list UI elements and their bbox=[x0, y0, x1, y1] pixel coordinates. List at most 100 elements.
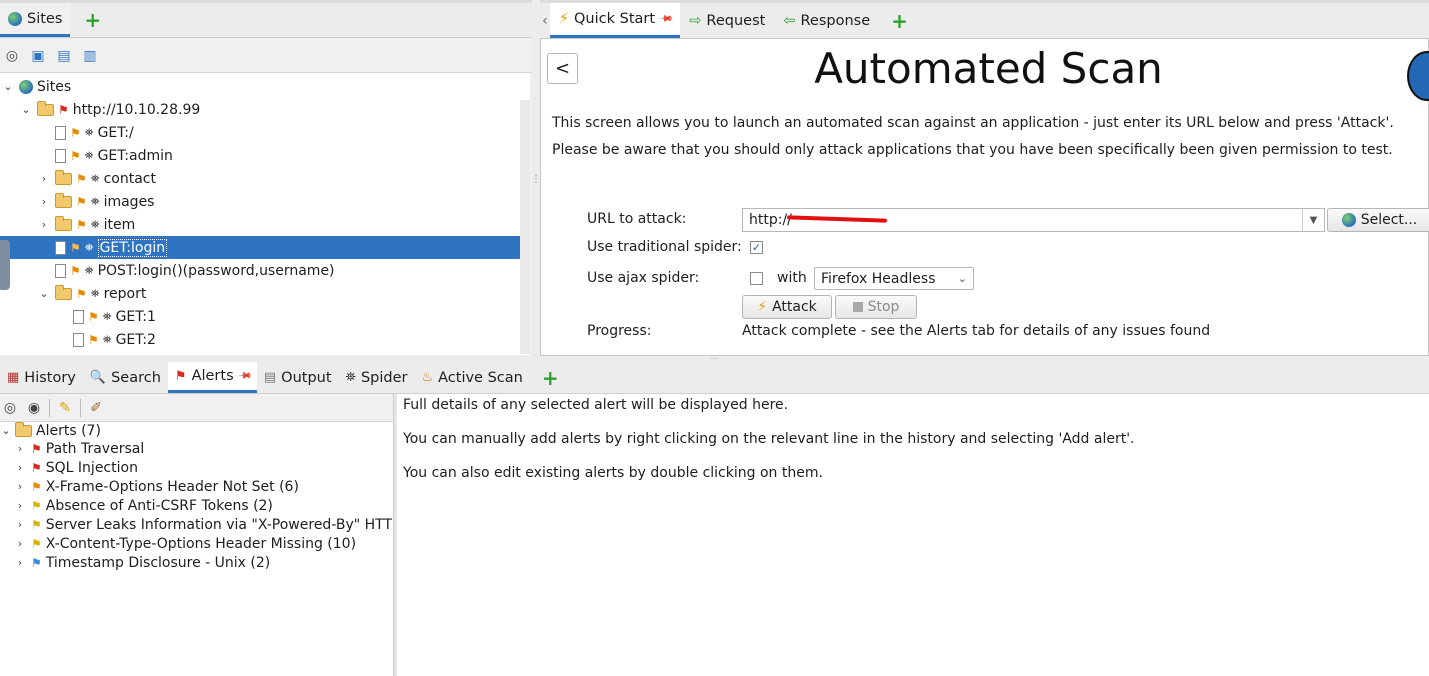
folder-icon bbox=[55, 284, 72, 300]
broom-icon[interactable]: ✐ bbox=[87, 399, 105, 417]
select-button[interactable]: Select... bbox=[1327, 208, 1429, 232]
add-tab-button[interactable]: + bbox=[530, 362, 571, 393]
sites-toolbar: ◎ ▣ ▤ ▥ bbox=[0, 39, 532, 73]
alert-item[interactable]: › ⚑ Path Traversal bbox=[13, 439, 144, 458]
flag-icon: ⚑ bbox=[76, 286, 87, 301]
flag-icon: ⚑ bbox=[31, 498, 42, 513]
tab-sites[interactable]: Sites bbox=[0, 3, 71, 37]
tree-node[interactable]: › ⚑ ⛯ images bbox=[37, 190, 154, 213]
side-handle[interactable] bbox=[0, 240, 10, 290]
alerts-tree[interactable]: ⌄ Alerts (7) › ⚑ Path Traversal › ⚑ SQL Injecti… bbox=[0, 422, 393, 676]
alert-item-label: Timestamp Disclosure - Unix (2) bbox=[45, 554, 271, 571]
alert-item[interactable]: › ⚑ X-Frame-Options Header Not Set (6) bbox=[13, 477, 299, 496]
target-icon[interactable]: ◎ bbox=[3, 47, 21, 65]
tree-node[interactable]: ⚑ ⛯ GET:admin bbox=[37, 144, 173, 167]
tab-request[interactable]: ⇨ Request bbox=[680, 3, 774, 38]
chevron-down-icon[interactable]: ⌄ bbox=[1, 424, 11, 437]
chevron-right-icon[interactable]: › bbox=[13, 480, 27, 493]
scan-icon[interactable]: ◉ bbox=[25, 399, 43, 417]
tree-node-label: http://10.10.28.99 bbox=[72, 101, 201, 118]
ajax-spider-checkbox[interactable] bbox=[750, 272, 763, 285]
tree-node[interactable]: › ⚑ ⛯ item bbox=[37, 213, 135, 236]
alert-item-label: X-Frame-Options Header Not Set (6) bbox=[45, 478, 299, 495]
chevron-right-icon[interactable]: › bbox=[37, 218, 51, 231]
flag-icon: ⚑ bbox=[88, 332, 99, 347]
browser-select[interactable]: Firefox Headless ⌄ bbox=[814, 267, 974, 290]
chevron-right-icon[interactable]: › bbox=[13, 461, 27, 474]
tree-node[interactable]: ⌄ ⚑ ⛯ report bbox=[37, 282, 146, 305]
alerts-root-label: Alerts (7) bbox=[36, 422, 101, 439]
chevron-right-icon[interactable]: › bbox=[37, 172, 51, 185]
sites-scrollbar[interactable] bbox=[520, 100, 530, 354]
stop-button[interactable]: Stop bbox=[835, 295, 917, 319]
tree-node-label: GET:2 bbox=[115, 331, 156, 348]
alert-item[interactable]: › ⚑ Absence of Anti-CSRF Tokens (2) bbox=[13, 496, 273, 515]
tree-node-selected[interactable]: ⚑ ⛯ GET:login bbox=[0, 236, 520, 259]
tab-label: History bbox=[24, 369, 76, 386]
chevron-right-icon[interactable]: › bbox=[37, 195, 51, 208]
tab-active-scan[interactable]: ♨ Active Scan bbox=[414, 362, 529, 393]
export-context-icon[interactable]: ▥ bbox=[81, 47, 99, 65]
pencil-icon[interactable]: ✎ bbox=[56, 399, 74, 417]
chevron-left-icon[interactable]: ‹ bbox=[540, 3, 550, 38]
url-combobox[interactable]: http:// ▼ bbox=[742, 208, 1325, 232]
flag-icon: ⚑ bbox=[31, 555, 42, 570]
alert-item[interactable]: › ⚑ Server Leaks Information via "X-Powere… bbox=[13, 515, 393, 534]
calendar-icon: ▦ bbox=[7, 370, 20, 385]
pin-icon[interactable]: 📌 bbox=[658, 11, 673, 26]
toolbar-divider bbox=[80, 398, 81, 417]
tab-spider[interactable]: ⛯ Spider bbox=[339, 362, 415, 393]
chevron-right-icon[interactable]: › bbox=[13, 556, 27, 569]
tab-search[interactable]: 🔍 Search bbox=[83, 362, 168, 393]
chevron-down-icon[interactable]: ⌄ bbox=[19, 103, 33, 116]
chevron-down-icon[interactable]: ⌄ bbox=[1, 80, 15, 93]
redaction-mark bbox=[786, 215, 888, 223]
tab-sites-label: Sites bbox=[27, 10, 63, 27]
tab-response[interactable]: ⇦ Response bbox=[774, 3, 879, 38]
spider-icon: ⛯ bbox=[84, 240, 94, 254]
chevron-down-icon[interactable]: ⌄ bbox=[37, 287, 51, 300]
add-tab-button[interactable]: + bbox=[879, 3, 920, 38]
tree-node[interactable]: ⚑ ⛯ GET:/ bbox=[37, 121, 134, 144]
tree-node-label: GET:1 bbox=[115, 308, 156, 325]
attack-button[interactable]: ⚡ Attack bbox=[742, 295, 832, 319]
tab-output[interactable]: ▤ Output bbox=[257, 362, 339, 393]
vertical-splitter[interactable]: ⋮ bbox=[531, 0, 541, 358]
alert-detail-line-1: Full details of any selected alert will … bbox=[403, 397, 789, 413]
traditional-spider-checkbox[interactable]: ✓ bbox=[750, 241, 763, 254]
tree-node[interactable]: ⌄ ⚑ http://10.10.28.99 bbox=[19, 98, 200, 121]
alert-item[interactable]: › ⚑ X-Content-Type-Options Header Missing … bbox=[13, 534, 356, 553]
tab-history[interactable]: ▦ History bbox=[0, 362, 83, 393]
chevron-right-icon[interactable]: › bbox=[13, 442, 27, 455]
tree-node[interactable]: ⚑ ⛯ POST:login()(password,username) bbox=[37, 259, 335, 282]
tree-node[interactable]: ⚑ ⛯ GET:2 bbox=[55, 328, 156, 351]
import-context-icon[interactable]: ▤ bbox=[55, 47, 73, 65]
new-context-icon[interactable]: ▣ bbox=[29, 47, 47, 65]
tree-node[interactable]: ⚑ ⛯ GET:1 bbox=[55, 305, 156, 328]
url-input[interactable]: http:// bbox=[743, 212, 792, 228]
add-tab-button[interactable]: + bbox=[70, 3, 109, 37]
tab-quick-start[interactable]: ⚡ Quick Start 📌 bbox=[549, 3, 681, 38]
tree-node[interactable]: › ⚑ ⛯ contact bbox=[37, 167, 156, 190]
tree-node[interactable]: ⌄ Sites bbox=[1, 75, 71, 98]
flag-icon: ⚑ bbox=[58, 102, 69, 117]
traditional-spider-label: Use traditional spider: bbox=[587, 239, 742, 255]
target-icon[interactable]: ◎ bbox=[1, 399, 19, 417]
pin-icon[interactable]: 📌 bbox=[237, 368, 252, 383]
folder-icon bbox=[55, 192, 72, 208]
chevron-right-icon[interactable]: › bbox=[13, 499, 27, 512]
chevron-right-icon[interactable]: › bbox=[13, 537, 27, 550]
ajax-spider-label: Use ajax spider: bbox=[587, 270, 700, 286]
chevron-right-icon[interactable]: › bbox=[13, 518, 27, 531]
progress-value: Attack complete - see the Alerts tab for… bbox=[742, 323, 1211, 339]
chevron-down-icon[interactable]: ▼ bbox=[1302, 209, 1324, 231]
document-icon: ▤ bbox=[263, 370, 277, 385]
tab-label: Alerts bbox=[191, 368, 234, 384]
globe-icon bbox=[19, 79, 33, 94]
tab-alerts[interactable]: ⚑ Alerts 📌 bbox=[167, 362, 257, 393]
tree-node-label: contact bbox=[103, 170, 156, 187]
sites-tree[interactable]: ⌄ Sites ⌄ ⚑ http://10.10.28.99 ⚑ ⛯ GET:/⚑ ⛯ GET:a… bbox=[0, 73, 530, 355]
alert-item[interactable]: › ⚑ SQL Injection bbox=[13, 458, 138, 477]
flag-icon: ⚑ bbox=[31, 536, 42, 551]
alert-item[interactable]: › ⚑ Timestamp Disclosure - Unix (2) bbox=[13, 553, 270, 572]
